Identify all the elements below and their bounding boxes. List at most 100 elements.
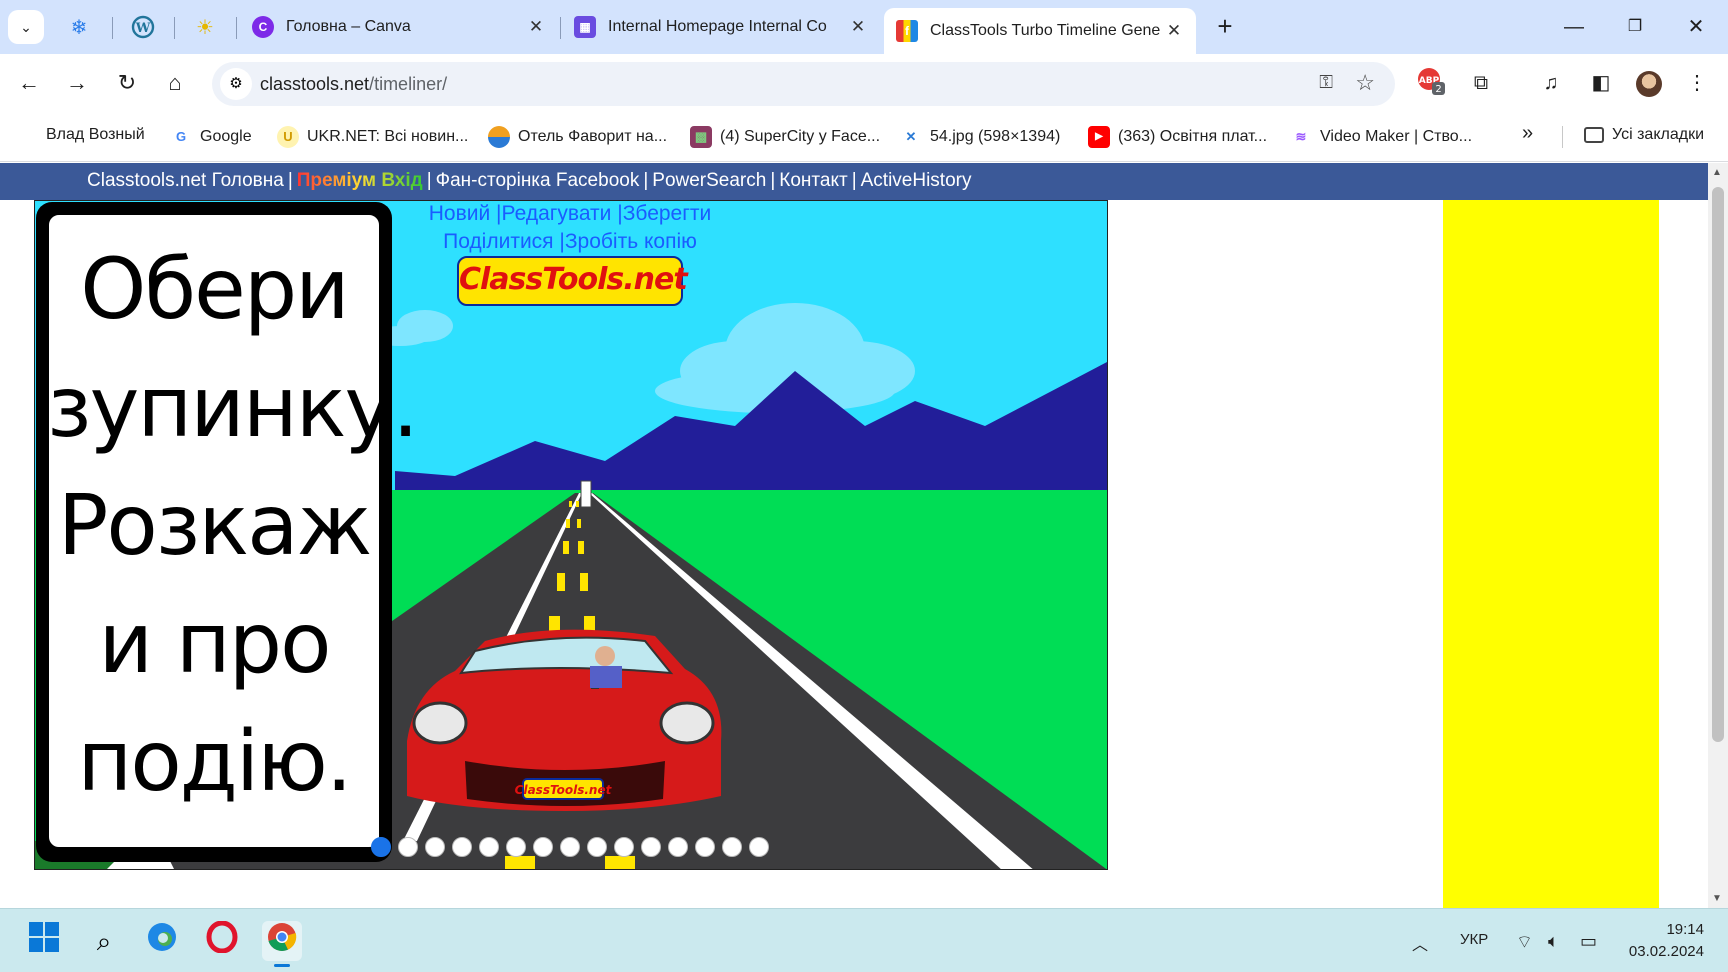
scroll-down-icon[interactable]: ▼ bbox=[1712, 893, 1722, 904]
save-link[interactable]: Зберегти bbox=[623, 202, 712, 225]
pinned-tab-wordpress[interactable]: W bbox=[128, 12, 158, 42]
tray-overflow-button[interactable]: ︿ bbox=[1412, 931, 1428, 955]
calendar-icon: ▦ bbox=[574, 16, 596, 38]
bookmark-item[interactable]: ▩ (4) SuperCity у Face... bbox=[690, 126, 880, 148]
minimize-button[interactable]: — bbox=[1554, 10, 1594, 44]
timeline-stop-dot[interactable] bbox=[587, 837, 607, 857]
bookmark-item[interactable]: G Google bbox=[170, 126, 252, 148]
system-clock[interactable]: 19:14 03.02.2024 bbox=[1629, 919, 1704, 963]
close-icon[interactable]: ✕ bbox=[1164, 21, 1184, 41]
close-icon[interactable]: ✕ bbox=[848, 17, 868, 37]
classtools-logo[interactable]: ClassTools.net bbox=[457, 256, 688, 306]
side-panel-button[interactable]: ◧ bbox=[1584, 66, 1618, 100]
bookmark-item[interactable]: o Отель Фаворит на... bbox=[488, 126, 667, 148]
home-button[interactable]: ⌂ bbox=[158, 66, 192, 100]
youtube-icon: ▶ bbox=[1088, 126, 1110, 148]
timeline-stop-dot[interactable] bbox=[425, 837, 445, 857]
nav-separator: | bbox=[770, 170, 776, 191]
site-info-icon[interactable]: ⚙ bbox=[220, 68, 252, 100]
address-bar[interactable]: ⚙ classtools.net/timeliner/ ⚿ ☆ bbox=[212, 62, 1395, 106]
nav-home-link[interactable]: Classtools.net Головна bbox=[87, 170, 284, 191]
canva-icon: C bbox=[252, 16, 274, 38]
volume-icon[interactable]: 🔈︎ bbox=[1548, 931, 1559, 952]
timeline-stop-dot[interactable] bbox=[668, 837, 688, 857]
bookmark-item[interactable]: ≋ Video Maker | Ство... bbox=[1290, 126, 1472, 148]
timeline-stop-dot[interactable] bbox=[398, 837, 418, 857]
bookmark-item[interactable]: ▶ (363) Освітня плат... bbox=[1088, 126, 1267, 148]
card-line: подію. bbox=[77, 712, 352, 810]
reload-button[interactable]: ↻ bbox=[110, 66, 144, 100]
bookmark-item[interactable]: Влад Возный bbox=[46, 126, 145, 144]
wifi-icon[interactable]: ⌔ bbox=[1516, 931, 1533, 954]
sun-icon: ☀ bbox=[196, 16, 214, 39]
close-icon[interactable]: ✕ bbox=[526, 17, 546, 37]
timeline-stop-dot[interactable] bbox=[641, 837, 661, 857]
language-indicator[interactable]: УКР bbox=[1460, 931, 1488, 948]
search-icon: ⌕ bbox=[96, 926, 112, 956]
new-link[interactable]: Новий bbox=[429, 202, 490, 225]
bookmark-item[interactable]: U UKR.NET: Всі новин... bbox=[277, 126, 468, 148]
copy-link[interactable]: Зробіть копію bbox=[565, 230, 697, 253]
chrome-button[interactable] bbox=[262, 921, 302, 967]
start-button[interactable] bbox=[24, 921, 64, 961]
adblock-extension-button[interactable]: ABP 2 bbox=[1414, 66, 1448, 100]
timeline-stop-dot[interactable] bbox=[506, 837, 526, 857]
battery-icon[interactable]: ▭ bbox=[1580, 931, 1597, 952]
back-button[interactable]: ← bbox=[12, 66, 46, 100]
close-window-button[interactable]: ✕ bbox=[1676, 10, 1716, 44]
nav-activehistory-link[interactable]: ActiveHistory bbox=[861, 170, 972, 191]
password-key-icon[interactable]: ⚿ bbox=[1319, 72, 1333, 93]
card-line: зупинку. bbox=[47, 358, 419, 456]
all-bookmarks-button[interactable]: Усі закладки bbox=[1584, 126, 1704, 144]
tab-canva[interactable]: C Головна – Canva ✕ bbox=[240, 8, 558, 46]
nav-separator: | bbox=[287, 170, 293, 191]
timeline-stop-dot[interactable] bbox=[560, 837, 580, 857]
pinned-tab-snowflake[interactable]: ❄ bbox=[64, 12, 94, 42]
new-tab-button[interactable]: + bbox=[1210, 12, 1240, 42]
bookmarks-bar: Влад Возный G Google U UKR.NET: Всі новин.… bbox=[0, 112, 1728, 162]
timeline-stop-dot[interactable] bbox=[479, 837, 499, 857]
sidebar-ad-area bbox=[1443, 200, 1659, 908]
svg-text:W: W bbox=[135, 21, 151, 36]
nav-facebook-link[interactable]: Фан-сторінка Facebook bbox=[436, 170, 640, 191]
bookmarks-overflow-button[interactable]: » bbox=[1522, 122, 1533, 145]
opera-button[interactable] bbox=[202, 920, 242, 961]
edit-link[interactable]: Редагувати bbox=[502, 202, 612, 225]
timeline-stop-dot[interactable] bbox=[371, 837, 391, 857]
supercity-icon: ▩ bbox=[690, 126, 712, 148]
bookmark-star-icon[interactable]: ☆ bbox=[1355, 70, 1375, 96]
nav-contact-link[interactable]: Контакт bbox=[779, 170, 847, 191]
extensions-button[interactable]: ⧉ bbox=[1464, 66, 1498, 100]
pinned-tab-sun[interactable]: ☀ bbox=[190, 12, 220, 42]
restore-button[interactable]: ❐ bbox=[1615, 10, 1655, 44]
nav-powersearch-link[interactable]: PowerSearch bbox=[652, 170, 766, 191]
timeline-stop-dot[interactable] bbox=[533, 837, 553, 857]
tab-search-button[interactable]: ⌄ bbox=[8, 10, 44, 44]
share-link[interactable]: Поділитися bbox=[443, 230, 553, 253]
bookmark-item[interactable]: ✕ 54.jpg (598×1394) bbox=[900, 126, 1061, 148]
scroll-up-icon[interactable]: ▲ bbox=[1712, 167, 1722, 178]
reload-icon: ↻ bbox=[117, 70, 137, 95]
timeline-stop-dot[interactable] bbox=[695, 837, 715, 857]
tab-internal-homepage[interactable]: ▦ Internal Homepage Internal Co ✕ bbox=[562, 8, 880, 46]
chevron-down-icon: ⌄ bbox=[20, 18, 32, 35]
timeline-stop-dot[interactable] bbox=[614, 837, 634, 857]
tools-icon: ✕ bbox=[905, 129, 917, 144]
tab-classtools[interactable]: f ClassTools Turbo Timeline Gene ✕ bbox=[884, 8, 1196, 54]
media-control-button[interactable]: ♫ bbox=[1534, 66, 1568, 100]
clock-time: 19:14 bbox=[1666, 921, 1704, 938]
timeline-stop-dot[interactable] bbox=[452, 837, 472, 857]
forward-button[interactable]: → bbox=[60, 66, 94, 100]
snowflake-icon: ❄ bbox=[70, 16, 88, 39]
avatar bbox=[1636, 70, 1662, 97]
search-button[interactable]: ⌕ bbox=[84, 921, 124, 961]
edge-button[interactable] bbox=[142, 921, 182, 961]
scrollbar-thumb[interactable] bbox=[1712, 187, 1724, 742]
timeline-stop-dot[interactable] bbox=[749, 837, 769, 857]
profile-button[interactable] bbox=[1632, 66, 1666, 100]
nav-premium-link[interactable]: Преміум Вхід bbox=[297, 170, 423, 191]
url-text[interactable]: classtools.net/timeliner/ bbox=[260, 74, 447, 95]
page-scrollbar[interactable]: ▲ ▼ bbox=[1708, 163, 1728, 908]
menu-button[interactable]: ⋮ bbox=[1680, 66, 1714, 100]
timeline-stop-dot[interactable] bbox=[722, 837, 742, 857]
